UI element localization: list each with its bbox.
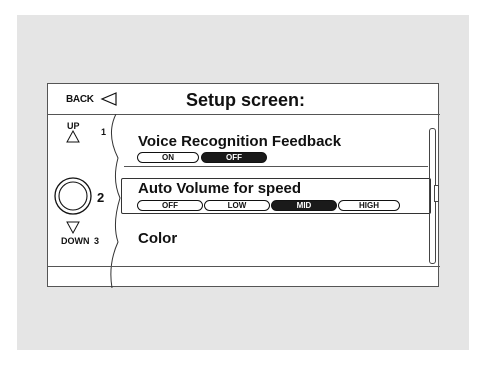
footer-divider — [48, 266, 440, 267]
volume-option-mid[interactable]: MID — [271, 200, 337, 211]
up-label: UP — [67, 121, 80, 131]
volume-option-off[interactable]: OFF — [137, 200, 203, 211]
knob-icon[interactable] — [53, 176, 93, 216]
auto-volume-label[interactable]: Auto Volume for speed — [138, 180, 301, 197]
page-title: Setup screen: — [186, 90, 306, 110]
back-arrow-icon[interactable] — [100, 92, 118, 106]
scrollbar-thumb[interactable] — [434, 185, 439, 202]
color-label[interactable]: Color — [138, 230, 177, 247]
down-label: DOWN — [61, 236, 90, 246]
voice-option-off[interactable]: OFF — [201, 152, 267, 163]
volume-option-high[interactable]: HIGH — [338, 200, 400, 211]
position-2-label: 2 — [97, 190, 105, 205]
position-3-label: 3 — [94, 236, 100, 246]
back-button-label[interactable]: BACK — [66, 94, 94, 105]
voice-option-on[interactable]: ON — [137, 152, 199, 163]
setup-screen: BACK Setup screen: UP 1 2 DOWN 3 Voice R… — [47, 83, 440, 288]
row-divider — [124, 166, 428, 167]
position-1-label: 1 — [101, 127, 107, 137]
volume-option-low[interactable]: LOW — [204, 200, 270, 211]
voice-feedback-label[interactable]: Voice Recognition Feedback — [138, 133, 341, 150]
